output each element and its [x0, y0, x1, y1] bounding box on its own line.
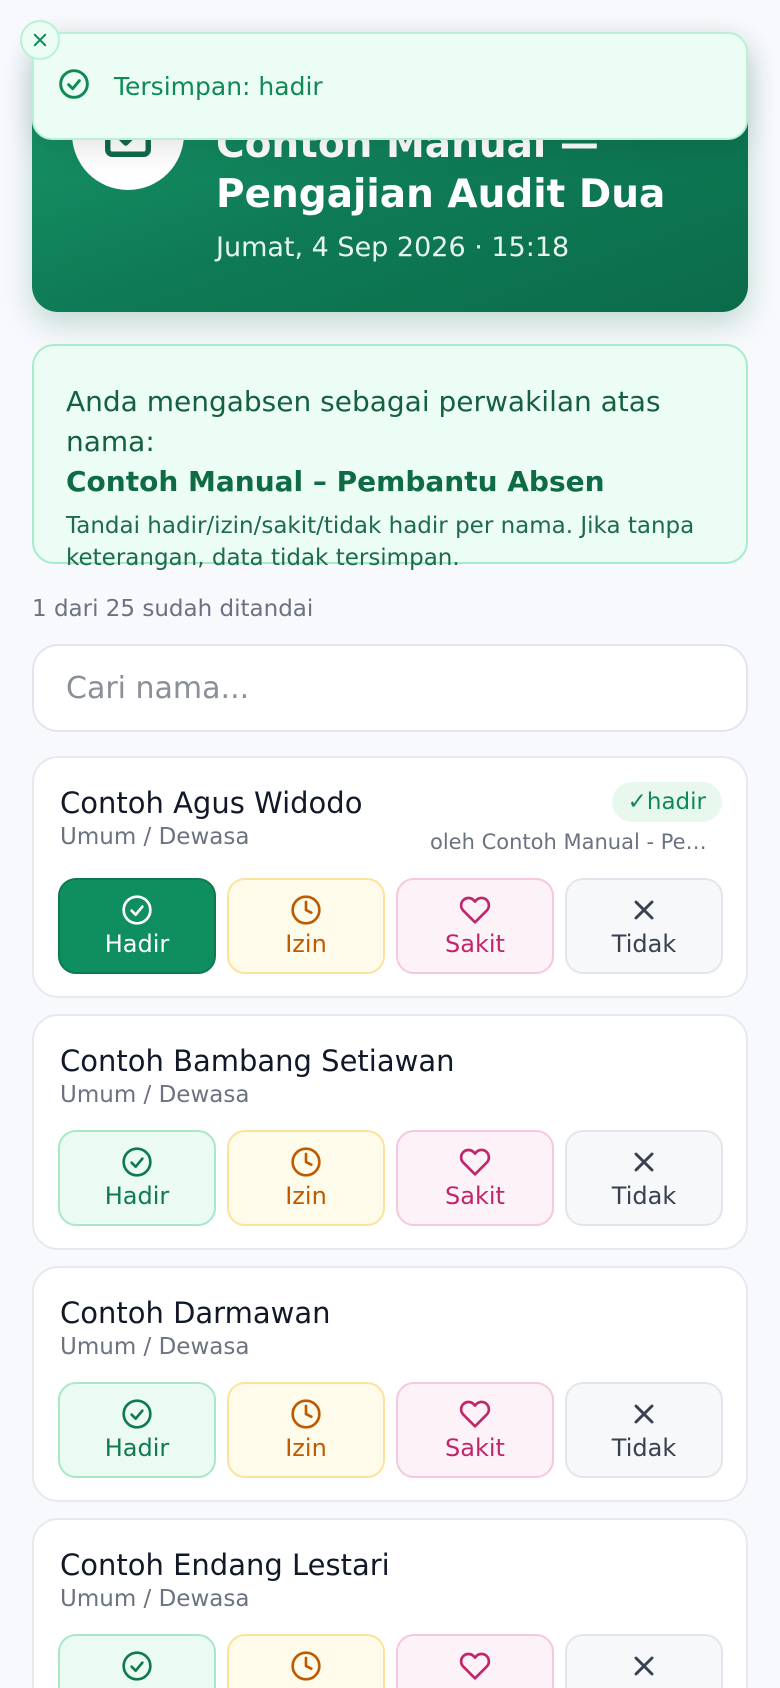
sakit-button[interactable]: Sakit: [396, 1634, 554, 1688]
izin-button[interactable]: Izin: [227, 1382, 385, 1478]
notice-line: Anda mengabsen sebagai perwakilan atas n…: [66, 385, 661, 458]
check-circle-icon: [122, 1147, 152, 1177]
member-card: Contoh Endang Lestari Umum / Dewasa Hadi…: [32, 1518, 748, 1688]
tidak-button[interactable]: Tidak: [565, 1634, 723, 1688]
hadir-button[interactable]: Hadir: [58, 1130, 216, 1226]
izin-button[interactable]: Izin: [227, 878, 385, 974]
member-group: Umum / Dewasa: [60, 1082, 250, 1108]
member-group: Umum / Dewasa: [60, 824, 250, 850]
close-icon: [634, 1404, 654, 1424]
izin-button[interactable]: Izin: [227, 1634, 385, 1688]
sakit-button[interactable]: Sakit: [396, 1130, 554, 1226]
marked-by-text: oleh Contoh Manual - Pembantu Absen: [430, 830, 722, 854]
member-card: Contoh Agus Widodo Umum / Dewasa ✓hadir …: [32, 756, 748, 998]
hadir-button[interactable]: Hadir: [58, 878, 216, 974]
sakit-button[interactable]: Sakit: [396, 1382, 554, 1478]
member-group: Umum / Dewasa: [60, 1334, 250, 1360]
heart-icon: [459, 1652, 491, 1680]
clock-icon: [291, 1399, 321, 1429]
notice-description: Tandai hadir/izin/sakit/tidak hadir per …: [66, 513, 695, 571]
close-icon: [634, 1152, 654, 1172]
toast-notification: Tersimpan: hadir: [32, 32, 748, 140]
proxy-notice: Anda mengabsen sebagai perwakilan atas n…: [32, 344, 748, 571]
member-card: Contoh Darmawan Umum / Dewasa Hadir Izin…: [32, 1266, 748, 1502]
heart-icon: [459, 896, 491, 924]
clock-icon: [291, 1147, 321, 1177]
member-group: Umum / Dewasa: [60, 1586, 250, 1612]
close-icon: [634, 1656, 654, 1676]
check-circle-icon: [58, 68, 90, 104]
clock-icon: [291, 1651, 321, 1681]
izin-button[interactable]: Izin: [227, 1130, 385, 1226]
member-name: Contoh Bambang Setiawan: [60, 1044, 455, 1078]
tidak-button[interactable]: Tidak: [565, 1130, 723, 1226]
member-name: Contoh Agus Widodo: [60, 786, 363, 820]
tidak-button[interactable]: Tidak: [565, 1382, 723, 1478]
member-name: Contoh Darmawan: [60, 1296, 331, 1330]
check-circle-icon: [122, 1399, 152, 1429]
sakit-button[interactable]: Sakit: [396, 878, 554, 974]
toast-message: Tersimpan: hadir: [114, 71, 323, 101]
member-name: Contoh Endang Lestari: [60, 1548, 390, 1582]
clock-icon: [291, 895, 321, 925]
search-input[interactable]: [32, 644, 748, 732]
toast-close-button[interactable]: [20, 20, 60, 60]
close-icon: [634, 900, 654, 920]
hadir-button[interactable]: Hadir: [58, 1382, 216, 1478]
close-icon: [33, 33, 47, 47]
heart-icon: [459, 1148, 491, 1176]
tidak-button[interactable]: Tidak: [565, 878, 723, 974]
heart-icon: [459, 1400, 491, 1428]
progress-text: 1 dari 25 sudah ditandai: [32, 596, 314, 622]
hadir-button[interactable]: Hadir: [58, 1634, 216, 1688]
status-badge: ✓hadir: [611, 782, 722, 822]
member-card: Contoh Bambang Setiawan Umum / Dewasa Ha…: [32, 1014, 748, 1250]
attendance-page: Contoh Manual — Pengajian Audit Dua Juma…: [0, 0, 780, 1688]
event-date: Jumat, 4 Sep 2026 · 15:18: [216, 232, 570, 263]
check-circle-icon: [122, 895, 152, 925]
check-circle-icon: [122, 1651, 152, 1681]
proxy-name: Contoh Manual – Pembantu Absen: [66, 465, 605, 498]
